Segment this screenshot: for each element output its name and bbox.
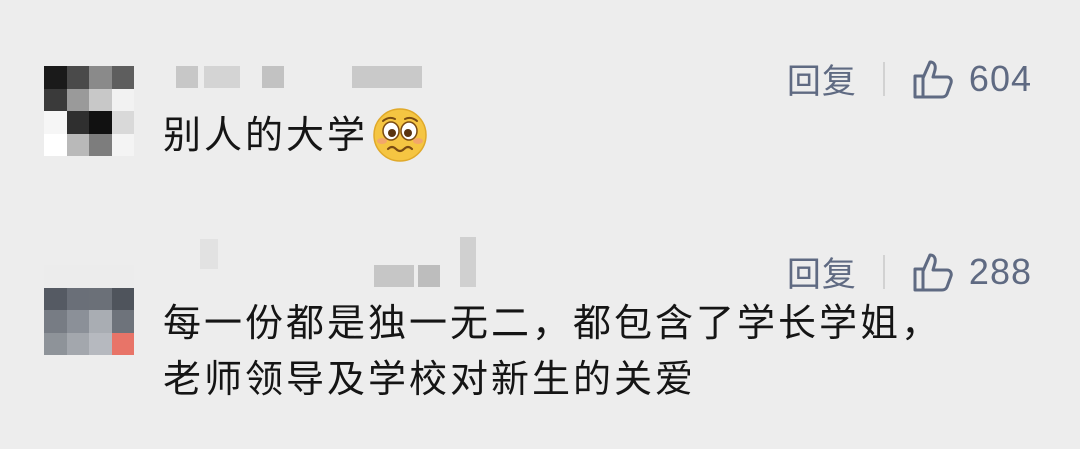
avatar-pixel bbox=[89, 111, 112, 134]
comment-text-content: 别人的大学 bbox=[163, 113, 369, 157]
avatar-pixel bbox=[66, 66, 89, 89]
like-count: 604 bbox=[968, 57, 1032, 99]
avatar-pixel bbox=[111, 310, 134, 333]
username-blurred[interactable] bbox=[170, 66, 430, 90]
avatar-pixel bbox=[66, 111, 89, 134]
avatar-pixel bbox=[111, 265, 134, 288]
comment-item: 回复 288 每一份都是独一无二，都包含了学长学姐， 老师领导及学校对新生的关爱 bbox=[0, 215, 1080, 449]
avatar-pixel bbox=[111, 287, 134, 310]
reply-button[interactable]: 回复 bbox=[787, 54, 857, 103]
comment-text-line: 老师领导及学校对新生的关爱 bbox=[163, 357, 697, 401]
divider bbox=[882, 254, 885, 289]
comment-item: 回复 604 别人的大学 bbox=[0, 0, 1080, 215]
comment-actions: 回复 288 bbox=[787, 247, 1032, 296]
avatar-pixel bbox=[44, 310, 67, 333]
avatar-pixel bbox=[111, 66, 134, 89]
comment-text: 别人的大学 bbox=[163, 107, 428, 163]
divider bbox=[882, 61, 885, 96]
avatar-pixel bbox=[89, 133, 112, 156]
avatar[interactable] bbox=[44, 66, 134, 156]
reply-button[interactable]: 回复 bbox=[787, 247, 857, 296]
avatar-pixel bbox=[66, 287, 89, 310]
avatar-pixel bbox=[66, 88, 89, 111]
avatar-pixel bbox=[89, 310, 112, 333]
avatar-pixel bbox=[44, 66, 67, 89]
avatar-pixel bbox=[44, 287, 67, 310]
comment-actions: 回复 604 bbox=[787, 54, 1032, 103]
thumbs-up-icon[interactable] bbox=[911, 58, 955, 100]
avatar-pixel bbox=[111, 88, 134, 111]
avatar-pixel bbox=[111, 332, 134, 355]
avatar-pixel bbox=[44, 133, 67, 156]
avatar-pixel bbox=[44, 88, 67, 111]
avatar-pixel bbox=[44, 332, 67, 355]
avatar-pixel bbox=[89, 287, 112, 310]
woozy-pleading-face-icon bbox=[373, 108, 427, 162]
avatar-pixel bbox=[111, 111, 134, 134]
avatar-pixel bbox=[89, 265, 112, 288]
avatar-pixel bbox=[66, 332, 89, 355]
like-count: 288 bbox=[968, 250, 1032, 292]
comment-text: 每一份都是独一无二，都包含了学长学姐， 老师领导及学校对新生的关爱 bbox=[163, 295, 942, 407]
avatar-pixel bbox=[44, 265, 67, 288]
avatar-pixel bbox=[89, 66, 112, 89]
comment-text-line: 每一份都是独一无二，都包含了学长学姐， bbox=[163, 301, 943, 345]
avatar-pixel bbox=[89, 88, 112, 111]
avatar-pixel bbox=[44, 111, 67, 134]
avatar[interactable] bbox=[44, 265, 134, 355]
avatar-pixel bbox=[66, 310, 89, 333]
avatar-pixel bbox=[66, 133, 89, 156]
username-blurred[interactable] bbox=[170, 237, 490, 287]
avatar-pixel bbox=[111, 133, 134, 156]
avatar-pixel bbox=[89, 332, 112, 355]
thumbs-up-icon[interactable] bbox=[911, 251, 955, 293]
avatar-pixel bbox=[66, 265, 89, 288]
